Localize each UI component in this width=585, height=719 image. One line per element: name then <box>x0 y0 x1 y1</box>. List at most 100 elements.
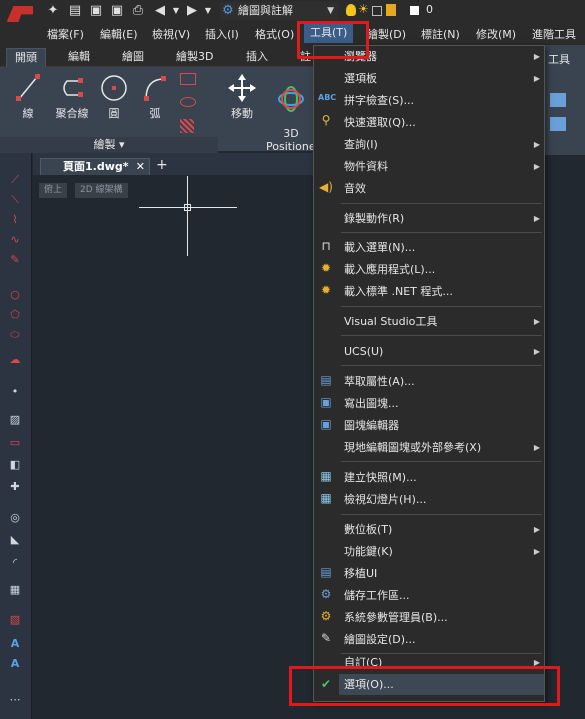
arc-label: 弧 <box>149 107 161 120</box>
menu-draw[interactable]: 繪製(D) <box>367 26 406 42</box>
redo-dropdown-icon[interactable]: ▼ <box>200 3 216 19</box>
polygon-icon[interactable]: ⬠ <box>7 308 23 322</box>
menu-item-load-application[interactable]: 載入應用程式(L)... <box>339 259 544 280</box>
menu-item-save-workspace[interactable]: 儲存工作區... <box>339 585 544 606</box>
rectangle-icon[interactable]: ▭ <box>7 436 23 450</box>
ray-icon[interactable]: ⟍ <box>7 193 23 207</box>
print-icon[interactable]: ⎙ <box>130 3 146 19</box>
menu-dimension[interactable]: 標註(N) <box>421 26 460 42</box>
menu-separator <box>341 335 542 336</box>
line-tool[interactable]: 線 <box>10 71 46 121</box>
insert-block-icon[interactable]: ✚ <box>7 480 23 494</box>
circle-icon[interactable]: ○ <box>7 288 23 302</box>
point-icon[interactable]: • <box>7 385 23 399</box>
menu-item-extract-attributes[interactable]: 萃取屬性(A)... <box>339 371 544 392</box>
workspace-select[interactable]: ⚙ 繪圖與註解 ▼ <box>220 2 338 20</box>
menu-separator <box>341 232 542 233</box>
redo-icon[interactable]: ▶ <box>184 3 200 19</box>
layer-tool-2-icon[interactable] <box>550 117 566 131</box>
table-icon[interactable]: ▦ <box>7 583 23 597</box>
menu-view[interactable]: 檢視(V) <box>152 26 190 42</box>
menu-item-write-block[interactable]: 寫出圖塊... <box>339 393 544 414</box>
menu-item-palettes[interactable]: 選項板 ▶ <box>339 68 544 89</box>
leader-icon[interactable]: ◣ <box>7 533 23 547</box>
menu-item-ucs[interactable]: UCS(U) ▶ <box>339 341 544 362</box>
revcloud-icon[interactable]: ☁ <box>7 353 23 367</box>
text-icon[interactable]: A <box>7 657 23 671</box>
view-direction-button[interactable]: 俯上 <box>39 183 68 198</box>
save-icon[interactable]: ▣ <box>88 3 104 19</box>
polyline-icon[interactable]: ⌇ <box>7 213 23 227</box>
circle-tool[interactable]: 圓 <box>98 71 130 121</box>
menu-item-action-recorder[interactable]: 錄製動作(R) ▶ <box>339 208 544 229</box>
menu-item-load-menu[interactable]: 載入選單(N)... <box>339 237 544 258</box>
tab-drawing[interactable]: 繪圖 <box>114 48 152 67</box>
donut-icon[interactable]: ◎ <box>7 511 23 525</box>
menu-item-edit-in-place[interactable]: 現地編輯圖塊或外部參考(X) ▶ <box>339 437 544 458</box>
menu-item-block-editor[interactable]: 圖塊編輯器 <box>339 415 544 436</box>
menu-item-function-keys[interactable]: 功能鍵(K) ▶ <box>339 541 544 562</box>
hatch-icon[interactable] <box>180 119 194 133</box>
undo-icon[interactable]: ◀ <box>152 3 168 19</box>
menu-bar: 檔案(F) 編輯(E) 檢視(V) 插入(I) 格式(O) 工具(T) 繪製(D… <box>0 22 585 45</box>
layer-select[interactable]: ☀ 0 <box>344 2 585 20</box>
menu-format[interactable]: 格式(O) <box>255 26 294 42</box>
ellipse-icon[interactable] <box>180 97 196 107</box>
menu-item-migrate-ui[interactable]: 移植UI <box>339 563 544 584</box>
open-icon[interactable]: ▤ <box>67 3 83 19</box>
arc-icon[interactable]: ◜ <box>7 556 23 570</box>
menu-advanced-tools[interactable]: 進階工具 <box>532 26 576 42</box>
block-icon[interactable]: ◧ <box>7 458 23 472</box>
menu-item-drafting-settings[interactable]: 繪圖設定(D)... <box>339 629 544 650</box>
rectangle-icon[interactable] <box>180 73 196 85</box>
layer-name: 0 <box>426 3 433 16</box>
menu-item-tablet[interactable]: 數位板(T) ▶ <box>339 519 544 540</box>
load-net-icon: ✹ <box>320 283 332 297</box>
menu-item-object-data[interactable]: 物件資料 ▶ <box>339 156 544 177</box>
freehand-icon[interactable]: ✎ <box>7 253 23 267</box>
mtext-icon[interactable]: A <box>7 637 23 651</box>
arc-tool[interactable]: 弧 <box>140 71 170 121</box>
menu-item-view-slide[interactable]: 檢視幻燈片(H)... <box>339 489 544 510</box>
menu-file[interactable]: 檔案(F) <box>47 26 84 42</box>
menu-item-browser[interactable]: 瀏覽器 ▶ <box>339 46 544 67</box>
visual-style-button[interactable]: 2D 線架構 <box>75 183 128 198</box>
chevron-right-icon: ▶ <box>533 140 540 149</box>
drawing-canvas[interactable]: 俯上 2D 線架構 <box>33 175 318 719</box>
3d-positioner-tool[interactable]: 3D Positioner <box>266 71 320 153</box>
menu-item-spellcheck[interactable]: 拼字檢查(S)... <box>339 90 544 111</box>
wipeout-icon[interactable]: ▧ <box>7 613 23 627</box>
new-icon[interactable]: ✦ <box>45 3 61 19</box>
load-application-icon: ✹ <box>320 261 332 275</box>
ellipse-icon[interactable]: ⬭ <box>7 328 23 342</box>
tab-draw3d[interactable]: 繪製3D <box>168 48 221 67</box>
spline-icon[interactable]: ∿ <box>7 233 23 247</box>
tab-insert[interactable]: 插入 <box>238 48 276 67</box>
document-tab[interactable]: 頁面1.dwg* ✕ <box>40 158 150 175</box>
save-as-icon[interactable]: ▣ <box>109 3 125 19</box>
move-tool[interactable]: 移動 <box>222 71 262 121</box>
menu-item-quick-select[interactable]: 快速選取(Q)... <box>339 112 544 133</box>
line-icon[interactable]: ⟋ <box>7 173 23 187</box>
menu-insert[interactable]: 插入(I) <box>205 26 239 42</box>
menu-edit[interactable]: 編輯(E) <box>100 26 138 42</box>
menu-item-inquiry[interactable]: 查詢(I) ▶ <box>339 134 544 155</box>
menu-item-load-net[interactable]: 載入標準 .NET 程式... <box>339 281 544 302</box>
menu-item-sysvar-manager[interactable]: 系統參數管理員(B)... <box>339 607 544 628</box>
polyline-tool[interactable]: 聚合線 <box>52 71 92 121</box>
menu-modify[interactable]: 修改(M) <box>476 26 516 42</box>
new-tab-button[interactable]: + <box>156 157 168 173</box>
layer-tool-icon[interactable] <box>550 93 566 107</box>
menu-separator <box>341 306 542 307</box>
save-workspace-icon: ⚙ <box>320 587 332 601</box>
tab-edit[interactable]: 編輯 <box>60 48 98 67</box>
menu-item-visual-studio[interactable]: Visual Studio工具 ▶ <box>339 311 544 332</box>
menu-item-sound[interactable]: 音效 <box>339 178 544 199</box>
tab-home[interactable]: 開頭 <box>6 48 46 67</box>
hatch-icon[interactable]: ▨ <box>7 413 23 427</box>
menu-item-snapshot[interactable]: 建立快照(M)... <box>339 467 544 488</box>
close-icon[interactable]: ✕ <box>136 159 145 175</box>
palette-menu-icon[interactable]: ⋯ <box>7 693 23 707</box>
draw-panel-title[interactable]: 繪製 ▾ <box>0 137 218 153</box>
undo-dropdown-icon[interactable]: ▼ <box>168 3 184 19</box>
